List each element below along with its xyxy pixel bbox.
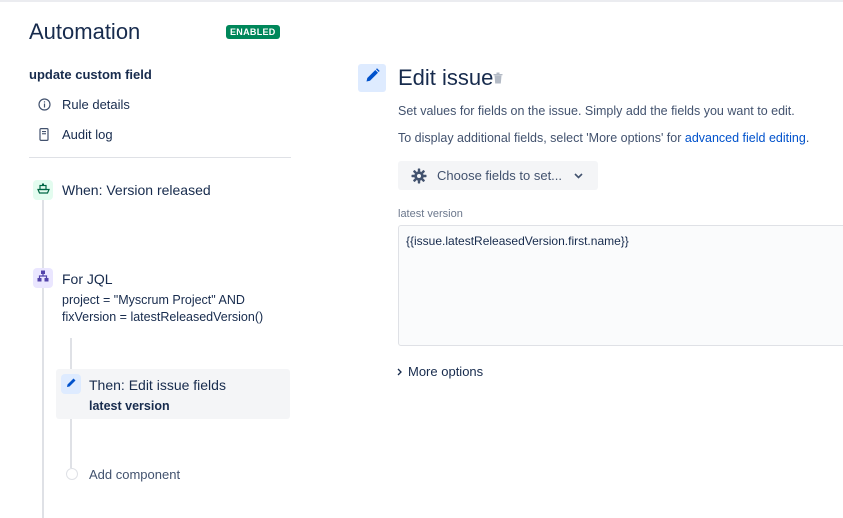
jql-query-line2: fixVersion = latestReleasedVersion() bbox=[62, 310, 264, 324]
pencil-icon bbox=[365, 68, 380, 88]
field-label: latest version bbox=[398, 208, 463, 220]
rule-sidebar: Automation ENABLED update custom field R… bbox=[0, 0, 310, 518]
action-step-detail: latest version bbox=[89, 399, 170, 413]
editor-description: Set values for fields on the issue. Simp… bbox=[398, 104, 795, 118]
audit-log-label: Audit log bbox=[62, 127, 113, 142]
trigger-icon-box bbox=[33, 180, 53, 200]
pencil-icon bbox=[66, 375, 77, 393]
audit-log-link[interactable]: Audit log bbox=[37, 127, 113, 142]
trigger-step[interactable]: When: Version released bbox=[62, 182, 211, 199]
branch-step[interactable]: For JQL bbox=[62, 271, 113, 288]
chevron-down-icon bbox=[574, 172, 583, 179]
latest-version-field[interactable]: {{issue.latestReleasedVersion.first.name… bbox=[398, 225, 843, 346]
rule-details-link[interactable]: Rule details bbox=[37, 97, 130, 112]
edit-issue-icon-box bbox=[358, 64, 386, 92]
page-title: Automation bbox=[29, 19, 141, 44]
advanced-field-editing-link[interactable]: advanced field editing bbox=[685, 131, 806, 145]
divider bbox=[29, 157, 291, 158]
branch-connector-line bbox=[70, 338, 72, 369]
document-icon bbox=[37, 128, 51, 142]
action-step-label: Then: Edit issue fields bbox=[89, 377, 226, 393]
advanced-suffix: . bbox=[805, 131, 810, 145]
connector-line bbox=[42, 198, 44, 270]
gear-icon bbox=[411, 168, 427, 184]
branch-connector-line bbox=[70, 419, 72, 468]
editor-description-advanced: To display additional fields, select 'Mo… bbox=[398, 131, 809, 145]
more-options-label: More options bbox=[408, 364, 484, 379]
status-badge: ENABLED bbox=[226, 25, 280, 39]
add-component-button[interactable]: Add component bbox=[89, 466, 180, 483]
add-component-dot bbox=[66, 468, 78, 480]
trash-icon[interactable] bbox=[493, 71, 503, 89]
branch-icon bbox=[37, 269, 49, 287]
info-icon bbox=[37, 98, 51, 112]
chevron-right-icon bbox=[397, 368, 402, 376]
more-options-toggle[interactable]: More options bbox=[397, 364, 483, 379]
advanced-prefix: To display additional fields, select 'Mo… bbox=[398, 131, 685, 145]
action-icon-box bbox=[61, 374, 81, 394]
choose-fields-label: Choose fields to set... bbox=[437, 168, 563, 183]
ship-icon bbox=[36, 181, 50, 199]
rule-name: update custom field bbox=[29, 67, 152, 82]
jql-query-line1: project = "Myscrum Project" AND bbox=[62, 293, 245, 307]
branch-icon-box bbox=[33, 268, 53, 288]
connector-line bbox=[42, 288, 44, 518]
choose-fields-button[interactable]: Choose fields to set... bbox=[398, 161, 598, 190]
editor-title: Edit issue bbox=[398, 65, 494, 90]
rule-details-label: Rule details bbox=[62, 97, 130, 112]
